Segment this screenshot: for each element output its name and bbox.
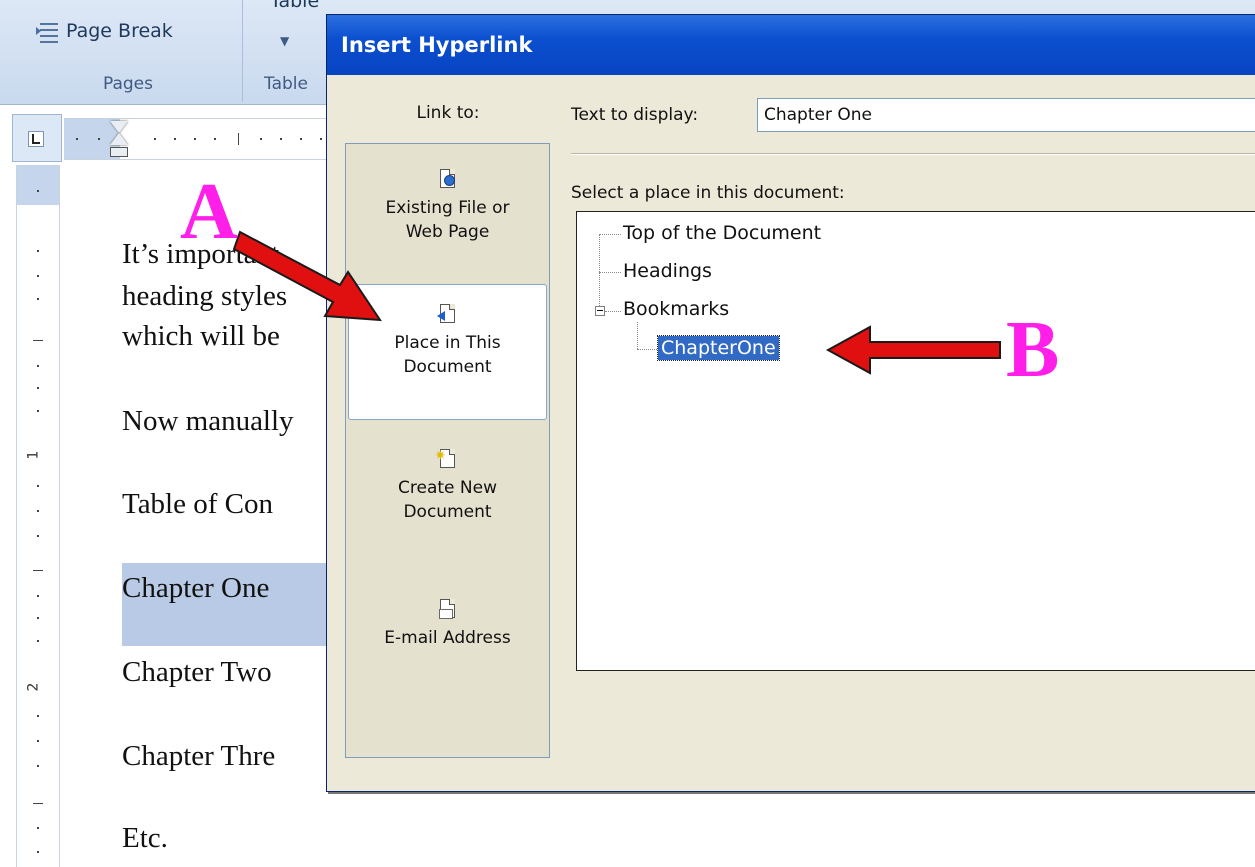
annotation-letter-b: B [1006, 306, 1060, 394]
arrow-b [825, 325, 1001, 375]
annotation-arrows [232, 230, 1001, 375]
annotation-letter-a: A [180, 168, 238, 256]
arrow-a [232, 230, 382, 322]
